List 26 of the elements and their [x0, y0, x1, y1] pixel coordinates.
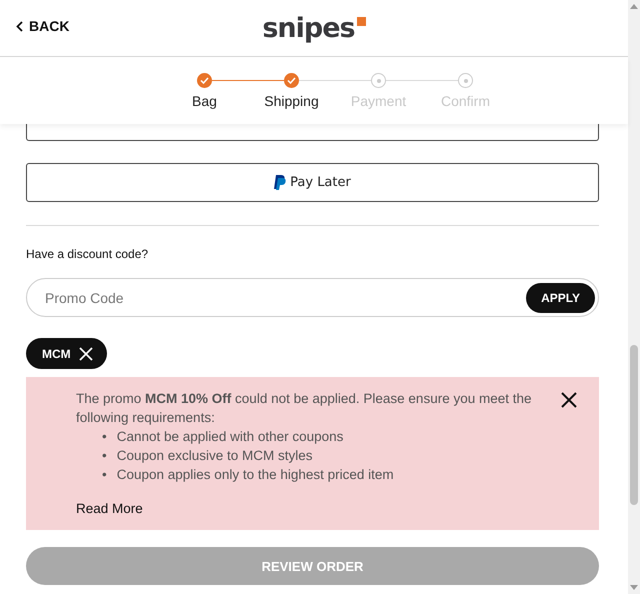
- scroll-up-icon[interactable]: [630, 4, 638, 9]
- step-connector: [299, 80, 371, 81]
- bullet: •: [102, 428, 107, 446]
- step-connector: [386, 80, 458, 81]
- alert-message: The promo MCM 10% Off could not be applied. Please ensure you meet the following requirements:: [76, 390, 533, 427]
- chevron-left-icon: [16, 20, 23, 32]
- logo[interactable]: snipes: [262, 12, 366, 44]
- promo-code-field[interactable]: Promo Code APPLY: [26, 278, 599, 317]
- discount-label: Have a discount code?: [26, 247, 150, 261]
- requirement-item: Coupon applies only to the highest priced item: [116, 466, 394, 484]
- requirement-item: Coupon exclusive to MCM styles: [116, 447, 313, 465]
- apply-button[interactable]: APPLY: [526, 282, 595, 312]
- read-more-link[interactable]: Read More: [76, 499, 143, 518]
- coupon-chip[interactable]: MCM: [26, 338, 107, 369]
- back-link[interactable]: BACK: [16, 18, 70, 34]
- step-label: Bag: [192, 93, 217, 109]
- requirement-item: Cannot be applied with other coupons: [116, 428, 344, 446]
- step-label: Shipping: [264, 93, 319, 109]
- step-connector: [212, 80, 284, 81]
- paypal-icon: [274, 175, 286, 190]
- close-icon[interactable]: [561, 392, 577, 408]
- scroll-down-icon[interactable]: [630, 585, 638, 590]
- scroll-thumb[interactable]: [630, 345, 638, 505]
- bullet: •: [102, 447, 107, 465]
- pay-later-button[interactable]: Pay Later: [26, 163, 599, 202]
- bullet: •: [102, 466, 107, 484]
